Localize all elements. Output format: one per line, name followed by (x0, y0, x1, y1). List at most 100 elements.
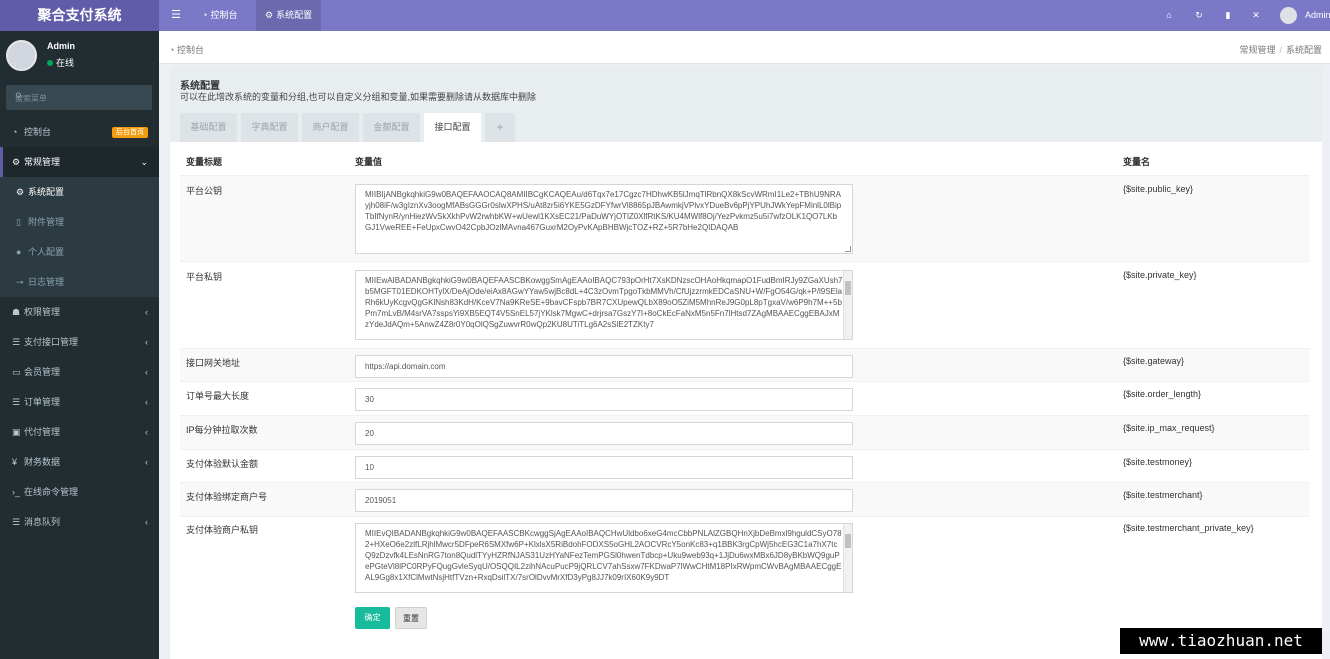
sidebar-item-dashboard[interactable]: ◔ 控制台 后台首页 (0, 117, 159, 147)
terminal-icon: ›_ (12, 487, 21, 497)
breadcrumb-home-label: 控制台 (176, 45, 204, 55)
list-icon: ☰ (12, 517, 21, 527)
chevron-left-icon: ‹ (145, 427, 148, 437)
sidebar-item-label: 常规管理 (24, 157, 61, 167)
row-label: 订单号最大长度 (186, 391, 250, 401)
nav-tab-dashboard[interactable]: ◔ 控制台 (193, 0, 246, 31)
table-row: 支付体验商户私钥 MIIEvQIBADANBgkqhkiG9w0BAQEFAAS… (180, 516, 1310, 602)
top-navbar: ☰ ◔ 控制台 ⚙ 系统配置 ⌂ ↻ ▮ ✕ Admin (159, 0, 1330, 31)
online-dot-icon (47, 60, 53, 66)
textarea-value: MIIEvQIBADANBgkqhkiG9w0BAQEFAASCBKcwggSj… (365, 529, 842, 582)
add-tab-button[interactable]: + (485, 113, 515, 142)
chevron-left-icon: ‹ (145, 367, 148, 377)
sidebar-item-label: 财务数据 (24, 457, 61, 467)
sidebar-item-permission[interactable]: ☗ 权限管理 ‹ (0, 297, 159, 327)
scrollbar-thumb[interactable] (845, 534, 851, 548)
sidebar-item-system-config[interactable]: ⚙ 系统配置 (0, 177, 159, 207)
sidebar-item-attachment[interactable]: ▯ 附件管理 (0, 207, 159, 237)
status-text: 在线 (56, 58, 75, 68)
sidebar-toggle-icon[interactable]: ☰ (167, 0, 185, 31)
list-icon: ☰ (12, 337, 21, 347)
tab-amount[interactable]: 金额配置 (363, 113, 420, 142)
user-panel: Admin 在线 (0, 31, 159, 81)
group-icon: ☗ (12, 307, 21, 317)
sidebar-item-log[interactable]: ⊸ 日志管理 (0, 267, 159, 297)
nav-tab-label: 系统配置 (276, 10, 313, 20)
test-merchant-key-textarea[interactable]: MIIEvQIBADANBgkqhkiG9w0BAQEFAASCBKcwggSj… (355, 523, 853, 593)
nav-tab-label: 控制台 (210, 10, 238, 20)
nav-tab-system-config[interactable]: ⚙ 系统配置 (256, 0, 322, 31)
fullscreen-icon[interactable]: ✕ (1248, 0, 1264, 31)
row-variable: {$site.public_key} (1123, 184, 1194, 194)
dashboard-icon: ◔ (169, 45, 177, 55)
sidebar-item-finance[interactable]: ¥ 财务数据 ‹ (0, 447, 159, 477)
money-icon: ▣ (12, 427, 21, 437)
breadcrumb-separator: / (1279, 45, 1282, 55)
sidebar-item-member[interactable]: ▭ 会员管理 ‹ (0, 357, 159, 387)
search-input[interactable]: 搜索菜单 ⚲ (6, 85, 152, 110)
user-name[interactable]: Admin (1305, 0, 1330, 31)
test-merchant-input[interactable]: 2019051 (355, 489, 853, 512)
tab-merchant[interactable]: 商户配置 (302, 113, 359, 142)
sidebar-item-label: 日志管理 (28, 277, 65, 287)
trash-icon[interactable]: ▮ (1220, 0, 1236, 31)
avatar (6, 40, 37, 71)
tab-basic[interactable]: 基础配置 (180, 113, 237, 142)
reset-button[interactable]: 重置 (395, 607, 427, 629)
public-key-textarea[interactable]: MIIBIjANBgkqhkiG9w0BAQEFAAOCAQ8AMIIBCgKC… (355, 184, 853, 254)
gear-icon: ⚙ (16, 187, 25, 197)
order-length-input[interactable]: 30 (355, 388, 853, 411)
row-variable: {$site.private_key} (1123, 270, 1197, 280)
column-header-name: 变量名 (1123, 157, 1151, 167)
sidebar-item-payout[interactable]: ▣ 代付管理 ‹ (0, 417, 159, 447)
scrollbar-thumb[interactable] (845, 281, 851, 295)
dashboard-icon: ◔ (12, 127, 18, 137)
table-row: 平台私钥 MIIEwAIBADANBgkqhkiG9w0BAQEFAASCBKo… (180, 261, 1310, 348)
sidebar-item-profile[interactable]: ● 个人配置 (0, 237, 159, 267)
search-icon[interactable]: ⚲ (15, 91, 143, 102)
sidebar-item-label: 订单管理 (24, 397, 61, 407)
gateway-input[interactable]: https://api.domain.com (355, 355, 853, 378)
row-variable: {$site.testmerchant} (1123, 490, 1203, 500)
sidebar-item-label: 控制台 (24, 127, 52, 137)
breadcrumb-item: 系统配置 (1285, 45, 1322, 55)
tab-interface[interactable]: 接口配置 (424, 113, 481, 142)
breadcrumb-item[interactable]: 常规管理 (1239, 45, 1275, 55)
log-icon: ⊸ (16, 277, 24, 287)
avatar[interactable] (1280, 7, 1297, 24)
row-label: 支付体验默认金额 (186, 459, 259, 469)
sidebar-item-payment-api[interactable]: ☰ 支付接口管理 ‹ (0, 327, 159, 357)
table-row: 接口网关地址 https://api.domain.com {$site.gat… (180, 348, 1310, 381)
table-row: 订单号最大长度 30 {$site.order_length} (180, 381, 1310, 415)
breadcrumb: ◔ 控制台 常规管理 / 系统配置 (159, 31, 1330, 64)
scrollbar[interactable] (843, 524, 852, 592)
sidebar-item-label: 附件管理 (28, 217, 65, 227)
breadcrumb-home[interactable]: ◔ 控制台 (169, 43, 204, 56)
row-label: 平台私钥 (186, 272, 223, 282)
sidebar-item-command[interactable]: ›_ 在线命令管理 (0, 477, 159, 507)
submit-button[interactable]: 确定 (355, 607, 390, 629)
column-header-label: 变量标题 (186, 157, 223, 167)
sidebar-item-queue[interactable]: ☰ 消息队列 ‹ (0, 507, 159, 537)
user-status: 在线 (47, 56, 74, 69)
column-header-value: 变量值 (355, 157, 383, 167)
tab-dictionary[interactable]: 字典配置 (241, 113, 298, 142)
watermark: www.tiaozhuan.net (1120, 628, 1322, 654)
test-money-input[interactable]: 10 (355, 456, 853, 479)
scrollbar[interactable] (843, 271, 852, 339)
app-logo[interactable]: 聚合支付系统 (0, 0, 159, 31)
sidebar-menu: ◔ 控制台 后台首页 ⚙ 常规管理 ⌄ ⚙ 系统配置 ▯ 附件管理 ● 个人配置 ⊸ 日志管理 … (0, 117, 159, 537)
sidebar-item-general[interactable]: ⚙ 常规管理 ⌄ (0, 147, 159, 177)
home-icon[interactable]: ⌂ (1161, 0, 1177, 31)
sidebar: Admin 在线 搜索菜单 ⚲ ◔ 控制台 后台首页 ⚙ 常规管理 ⌄ ⚙ 系统配置 ▯ 附… (0, 31, 159, 659)
private-key-textarea[interactable]: MIIEwAIBADANBgkqhkiG9w0BAQEFAASCBKowggSm… (355, 270, 853, 340)
chevron-down-icon: ⌄ (140, 157, 148, 167)
sidebar-item-order[interactable]: ☰ 订单管理 ‹ (0, 387, 159, 417)
refresh-icon[interactable]: ↻ (1191, 0, 1207, 31)
yen-icon: ¥ (12, 457, 18, 467)
row-label: 支付体验绑定商户号 (186, 492, 268, 502)
row-label: IP每分钟拉取次数 (186, 425, 258, 435)
resize-handle-icon[interactable] (845, 246, 851, 252)
ip-max-request-input[interactable]: 20 (355, 422, 853, 445)
row-label: 平台公钥 (186, 186, 223, 196)
